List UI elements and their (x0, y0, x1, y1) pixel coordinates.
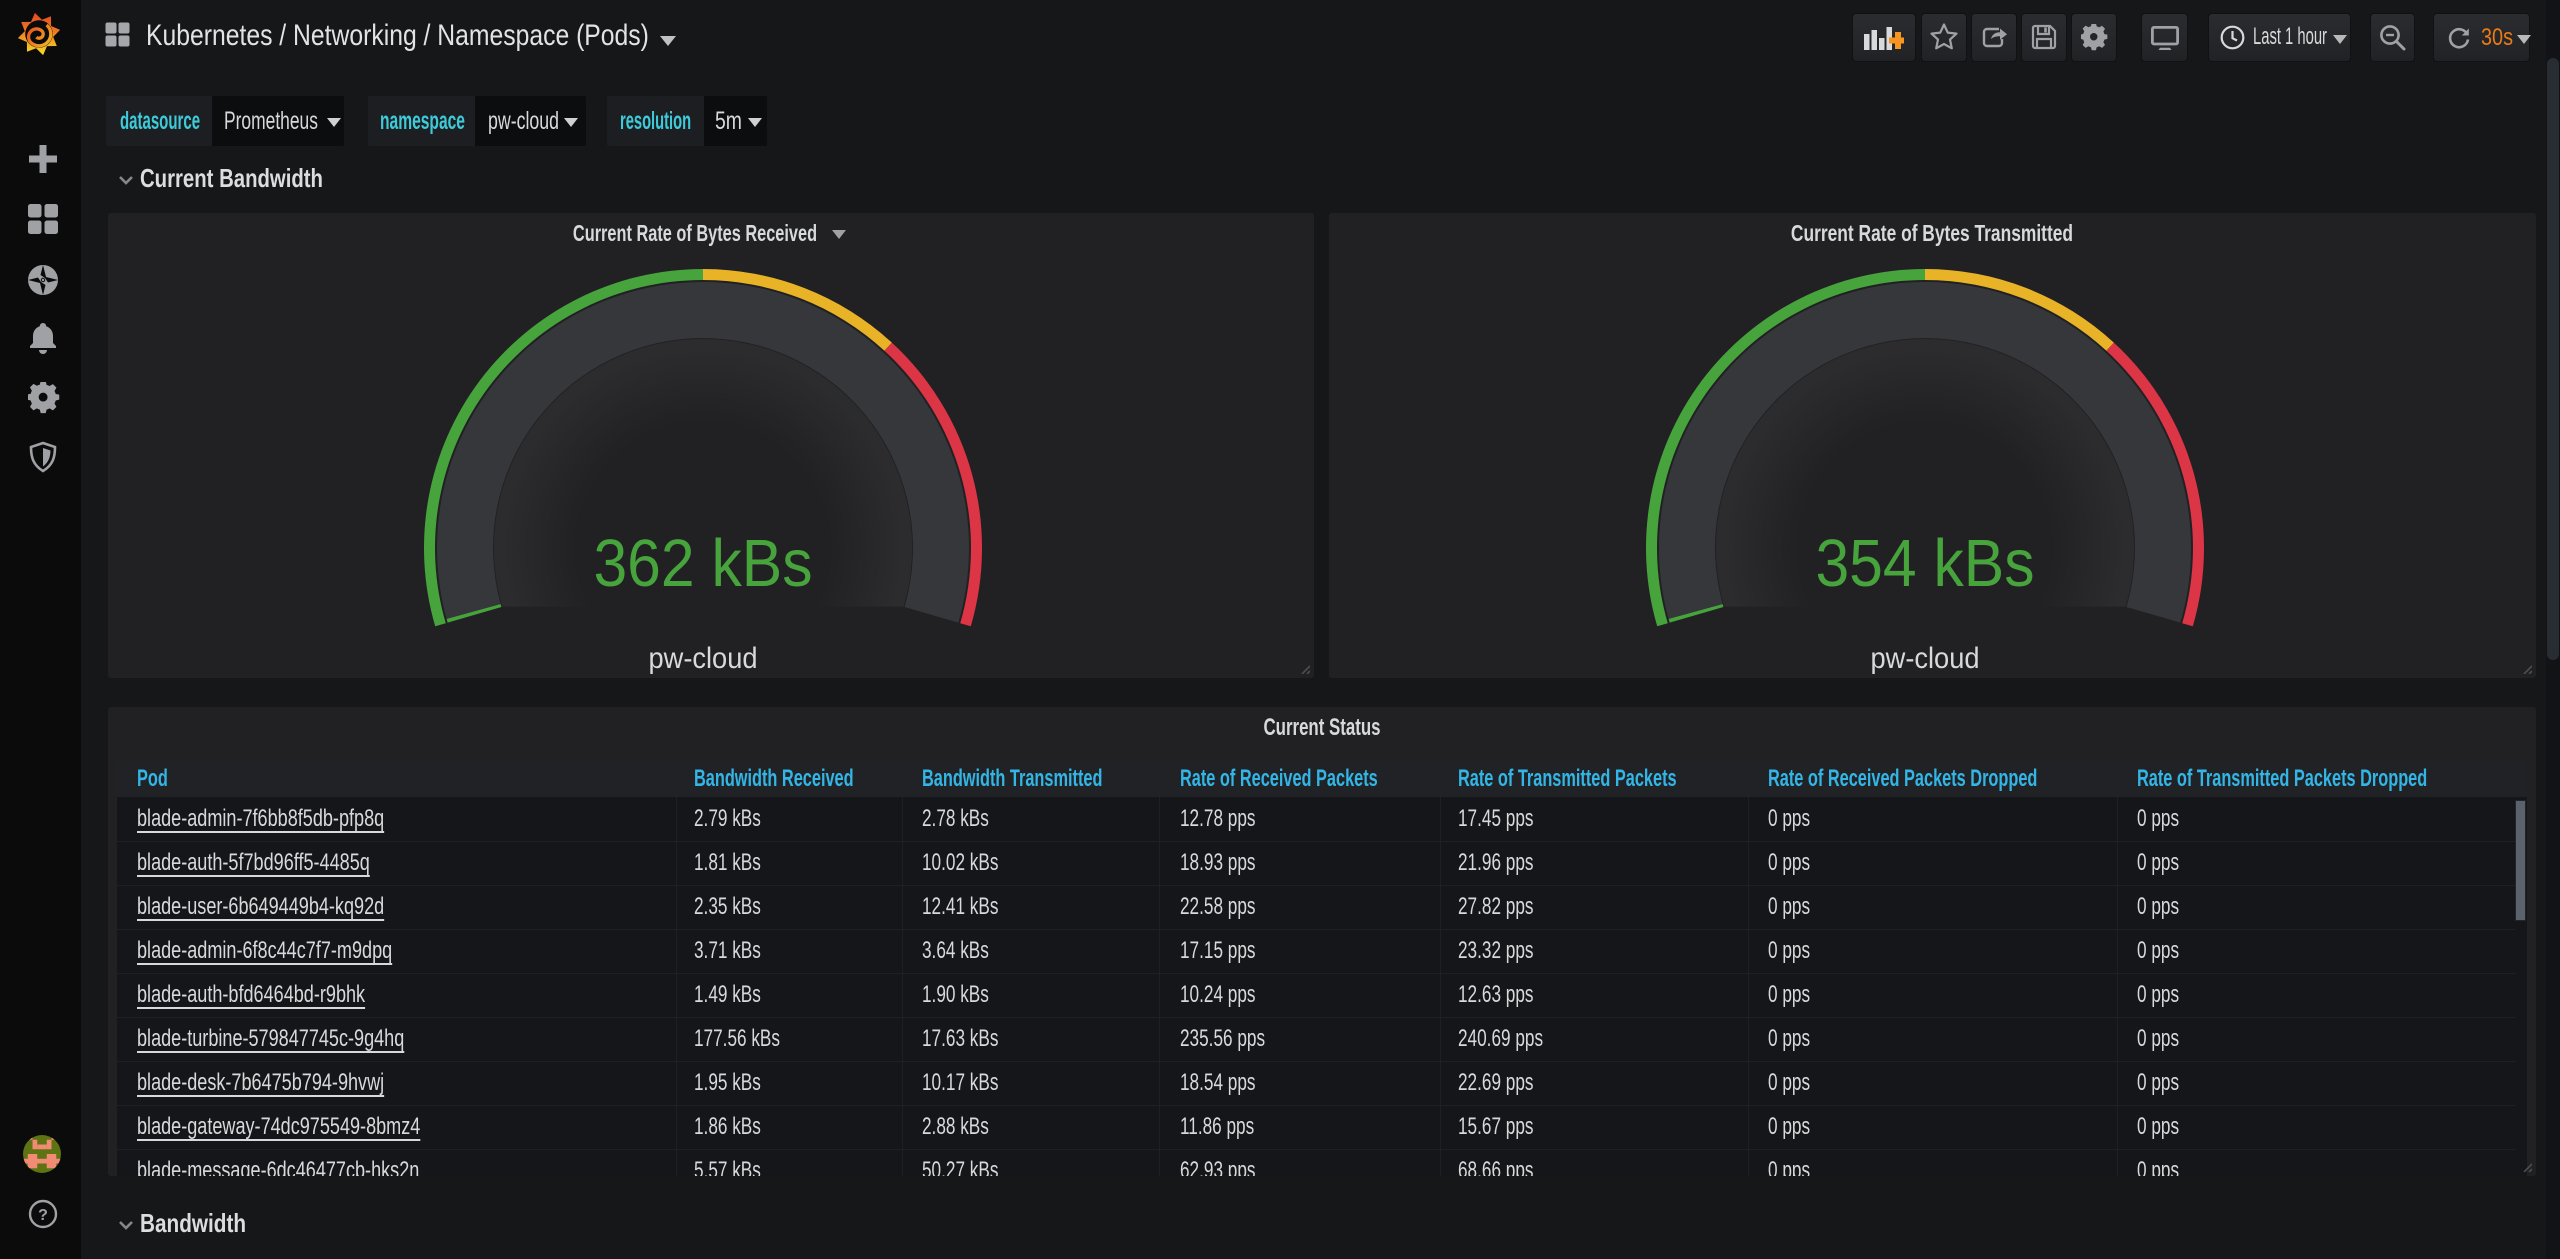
svg-text:?: ? (38, 1207, 48, 1224)
